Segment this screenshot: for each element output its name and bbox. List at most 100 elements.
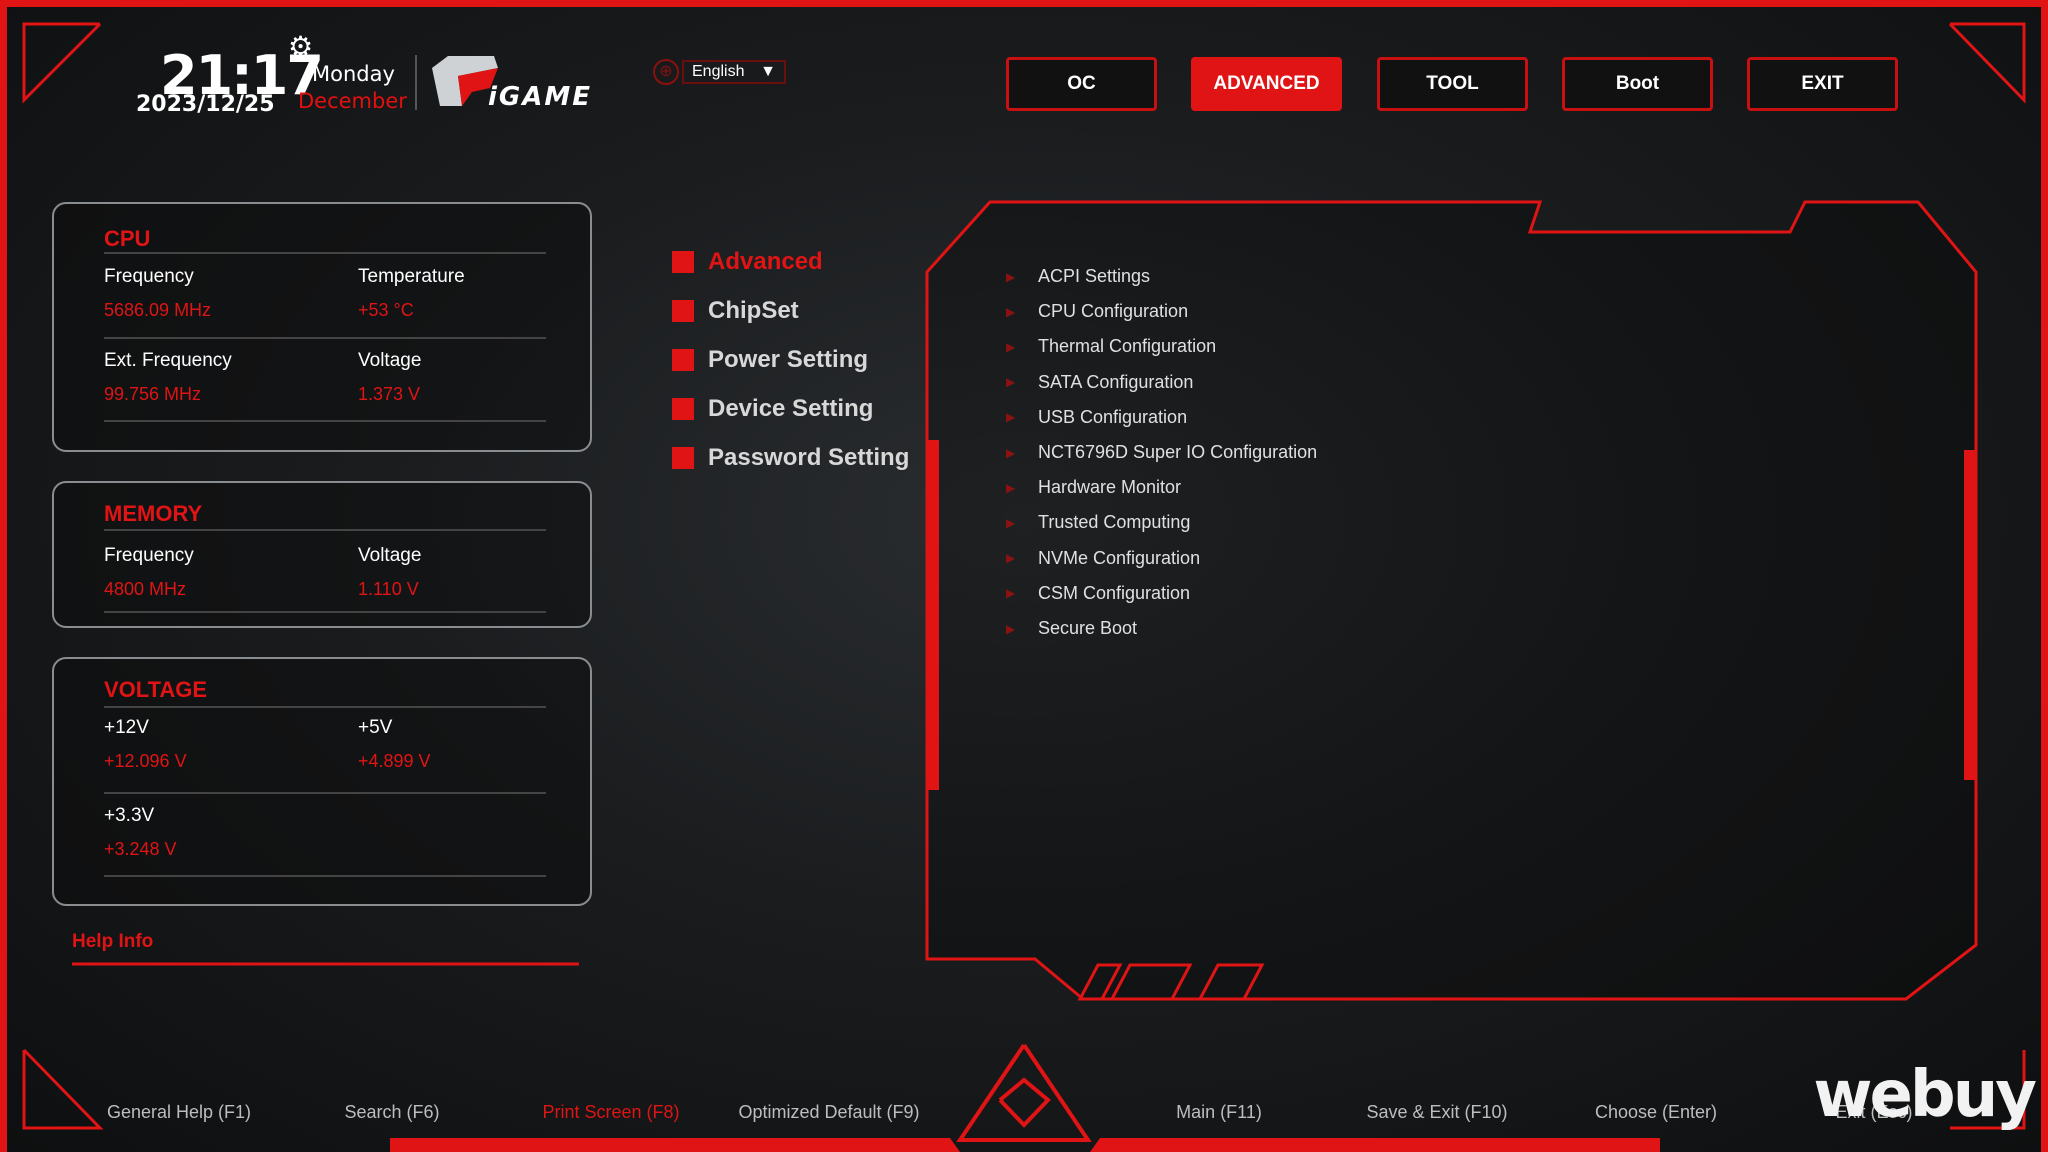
cpu-ext-frequency-label: Ext. Frequency [104, 350, 232, 371]
arrow-right-icon: ▶ [1006, 269, 1016, 284]
tab-advanced[interactable]: ADVANCED [1191, 57, 1342, 111]
menu-item-power-setting[interactable]: Power Setting [672, 346, 868, 374]
tab-boot[interactable]: Boot [1562, 57, 1713, 111]
v33-label: +3.3V [104, 805, 155, 826]
submenu-label: Secure Boot [1038, 618, 1138, 638]
submenu-label: NVMe Configuration [1038, 547, 1201, 568]
tab-label: ADVANCED [1213, 73, 1320, 94]
bullet-icon [672, 349, 694, 371]
arrow-right-icon: ▶ [1006, 621, 1016, 636]
clock-date: 2023/12/25 [136, 92, 275, 117]
submenu-label: ACPI Settings [1038, 266, 1151, 286]
submenu-label: Hardware Monitor [1038, 477, 1182, 498]
menu-label: Advanced [708, 248, 823, 275]
voltage-title: VOLTAGE [104, 677, 208, 702]
arrow-right-icon: ▶ [1006, 445, 1016, 460]
submenu-item[interactable]: ▶ Secure Boot [1006, 618, 1137, 639]
footer-hotkey[interactable]: Optimized Default (F9) [738, 1102, 919, 1123]
v5-value: +4.899 V [358, 751, 431, 771]
cpu-voltage-value: 1.373 V [358, 384, 421, 404]
cpu-title: CPU [104, 226, 151, 251]
cpu-frequency-value: 5686.09 MHz [104, 300, 212, 320]
memory-panel: MEMORY Frequency 4800 MHz Voltage 1.110 … [52, 481, 592, 628]
divider [104, 252, 546, 254]
submenu-item[interactable]: ▶ Hardware Monitor [1006, 477, 1181, 498]
submenu-label: CPU Configuration [1038, 301, 1189, 322]
v5-label: +5V [358, 717, 393, 738]
language-value: English [692, 63, 745, 80]
arrow-right-icon: ▶ [1006, 515, 1016, 530]
footer-hotkey[interactable]: Save & Exit (F10) [1366, 1102, 1507, 1123]
arrow-right-icon: ▶ [1006, 410, 1016, 425]
submenu-item[interactable]: ▶ NVMe Configuration [1006, 548, 1200, 569]
submenu-label: NCT6796D Super IO Configuration [1038, 442, 1318, 462]
globe-icon: ⊕ [653, 59, 679, 85]
footer-hotkey[interactable]: General Help (F1) [107, 1102, 251, 1123]
footer-hotkey[interactable]: Print Screen (F8) [542, 1102, 679, 1123]
voltage-panel: VOLTAGE +12V +12.096 V +5V +4.899 V +3.3… [52, 657, 592, 906]
submenu-label: Trusted Computing [1038, 512, 1191, 533]
tab-label: Boot [1615, 73, 1660, 94]
cpu-panel: CPU Frequency 5686.09 MHz Temperature +5… [52, 202, 592, 452]
divider [104, 337, 546, 339]
memory-frequency-label: Frequency [104, 545, 194, 566]
brand-logo-text: iGAME [488, 82, 593, 112]
tab-tool[interactable]: TOOL [1377, 57, 1528, 111]
tab-oc[interactable]: OC [1006, 57, 1157, 111]
arrow-right-icon: ▶ [1006, 551, 1016, 566]
tab-label: OC [1067, 73, 1096, 94]
submenu-item[interactable]: ▶ CSM Configuration [1006, 583, 1190, 604]
menu-label: ChipSet [708, 297, 799, 324]
dropdown-arrow-icon: ▼ [760, 63, 776, 80]
submenu-item[interactable]: ▶ CPU Configuration [1006, 301, 1188, 322]
memory-title: MEMORY [104, 501, 203, 526]
submenu-label: CSM Configuration [1038, 582, 1191, 603]
menu-item-password-setting[interactable]: Password Setting [672, 444, 909, 472]
month: December [298, 89, 407, 113]
cpu-temperature-label: Temperature [358, 266, 465, 287]
cpu-ext-frequency-value: 99.756 MHz [104, 384, 202, 404]
submenu-label: SATA Configuration [1038, 371, 1194, 392]
menu-label: Device Setting [708, 395, 874, 422]
footer-hotkey[interactable]: Choose (Enter) [1595, 1102, 1717, 1123]
submenu-item[interactable]: ▶ Trusted Computing [1006, 512, 1190, 533]
footer-hotkey[interactable]: Main (F11) [1176, 1102, 1262, 1123]
divider [104, 706, 546, 708]
arrow-right-icon: ▶ [1006, 304, 1016, 319]
divider [104, 611, 546, 613]
footer-hotkey[interactable]: Search (F6) [344, 1102, 439, 1123]
submenu-item[interactable]: ▶ ACPI Settings [1006, 266, 1150, 287]
arrow-right-icon: ▶ [1006, 480, 1016, 495]
language-select[interactable]: English ▼ [682, 60, 786, 84]
memory-frequency-value: 4800 MHz [104, 579, 187, 599]
submenu-item[interactable]: ▶ Thermal Configuration [1006, 336, 1216, 357]
tab-label: TOOL [1426, 73, 1479, 94]
submenu-item[interactable]: ▶ USB Configuration [1006, 407, 1187, 428]
menu-label: Power Setting [708, 346, 869, 373]
bullet-icon [672, 251, 694, 273]
cpu-temperature-value: +53 °C [358, 300, 414, 320]
weekday: Monday [312, 62, 395, 86]
cpu-frequency-label: Frequency [104, 266, 194, 287]
memory-voltage-label: Voltage [358, 545, 422, 566]
v33-value: +3.248 V [104, 839, 177, 859]
submenu-label: Thermal Configuration [1038, 336, 1217, 357]
divider [104, 792, 546, 794]
memory-voltage-value: 1.110 V [358, 579, 419, 599]
menu-item-device-setting[interactable]: Device Setting [672, 395, 873, 423]
menu-item-chipset[interactable]: ChipSet [672, 297, 799, 325]
submenu-label: USB Configuration [1038, 406, 1188, 427]
divider [104, 420, 546, 422]
v12-label: +12V [104, 717, 149, 738]
arrow-right-icon: ▶ [1006, 339, 1016, 354]
tab-exit[interactable]: EXIT [1747, 57, 1898, 111]
cpu-voltage-label: Voltage [358, 350, 422, 371]
tab-label: EXIT [1801, 73, 1844, 94]
divider [104, 529, 546, 531]
menu-item-advanced[interactable]: Advanced [672, 248, 823, 276]
bullet-icon [672, 300, 694, 322]
submenu-item[interactable]: ▶ NCT6796D Super IO Configuration [1006, 442, 1317, 463]
arrow-right-icon: ▶ [1006, 586, 1016, 601]
menu-label: Password Setting [708, 444, 910, 471]
submenu-item[interactable]: ▶ SATA Configuration [1006, 372, 1193, 393]
